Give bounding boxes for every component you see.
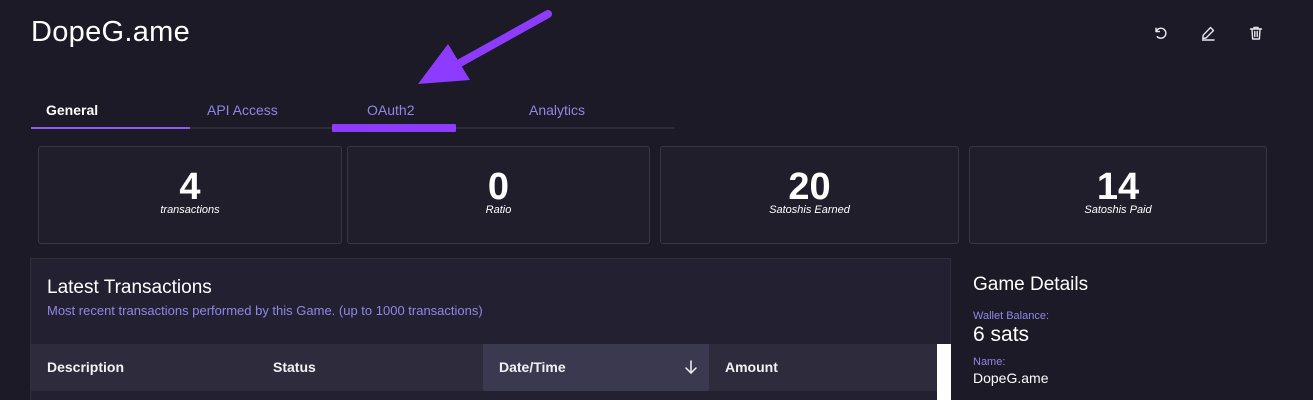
stat-value: 0 (487, 166, 510, 208)
stat-card-ratio: 0 Ratio (347, 146, 650, 244)
latest-transactions-panel: Latest Transactions Most recent transact… (30, 258, 951, 400)
trash-icon (1249, 26, 1263, 40)
transactions-table-header: Description Status Date/Time Amount (31, 344, 937, 391)
wallet-balance-value: 6 sats (973, 323, 1030, 346)
active-tab-indicator (31, 127, 190, 129)
tab-oauth2[interactable]: OAuth2 (367, 96, 414, 126)
refresh-icon (1155, 27, 1167, 39)
column-header-status[interactable]: Status (273, 344, 483, 391)
game-page: DopeG.ame General API Access OAuth2 Anal… (0, 0, 1313, 400)
tab-analytics[interactable]: Analytics (529, 96, 585, 126)
sort-descending-icon[interactable] (683, 359, 699, 375)
stat-label: Ratio (485, 204, 512, 216)
column-header-datetime[interactable]: Date/Time (483, 344, 709, 391)
header-actions (1150, 22, 1270, 44)
annotation-arrow-icon (418, 10, 552, 84)
stat-card-satoshis-paid: 14 Satoshis Paid (969, 146, 1267, 244)
stat-card-satoshis-earned: 20 Satoshis Earned (660, 146, 959, 244)
transactions-title: Latest Transactions (47, 277, 212, 298)
tab-api-access[interactable]: API Access (207, 96, 278, 126)
stat-value: 4 (179, 166, 201, 208)
name-value: DopeG.ame (973, 370, 1049, 386)
game-details-panel: Game Details Wallet Balance: 6 sats Name… (973, 274, 1293, 387)
column-header-datetime-label: Date/Time (499, 359, 566, 375)
delete-button[interactable] (1245, 22, 1267, 44)
stat-label: transactions (160, 204, 220, 216)
refresh-button[interactable] (1150, 22, 1172, 44)
game-details-title: Game Details (973, 274, 1089, 295)
annotation-highlight-underline (332, 124, 456, 132)
stat-label: Satoshis Paid (1084, 204, 1152, 216)
wallet-balance-label: Wallet Balance: (973, 310, 1050, 322)
stat-card-transactions: 4 transactions (38, 146, 342, 244)
column-header-description[interactable]: Description (47, 344, 257, 391)
edit-button[interactable] (1197, 22, 1219, 44)
table-scrollbar[interactable] (937, 344, 951, 400)
stat-value: 20 (788, 166, 831, 208)
stat-label: Satoshis Earned (769, 204, 850, 216)
stat-value: 14 (1096, 166, 1140, 208)
edit-icon (1201, 26, 1215, 41)
page-title: DopeG.ame (31, 16, 191, 48)
name-label: Name: (973, 356, 1006, 368)
tab-general[interactable]: General (46, 96, 98, 126)
column-header-amount[interactable]: Amount (725, 344, 925, 391)
transactions-subtitle: Most recent transactions performed by th… (47, 303, 483, 318)
